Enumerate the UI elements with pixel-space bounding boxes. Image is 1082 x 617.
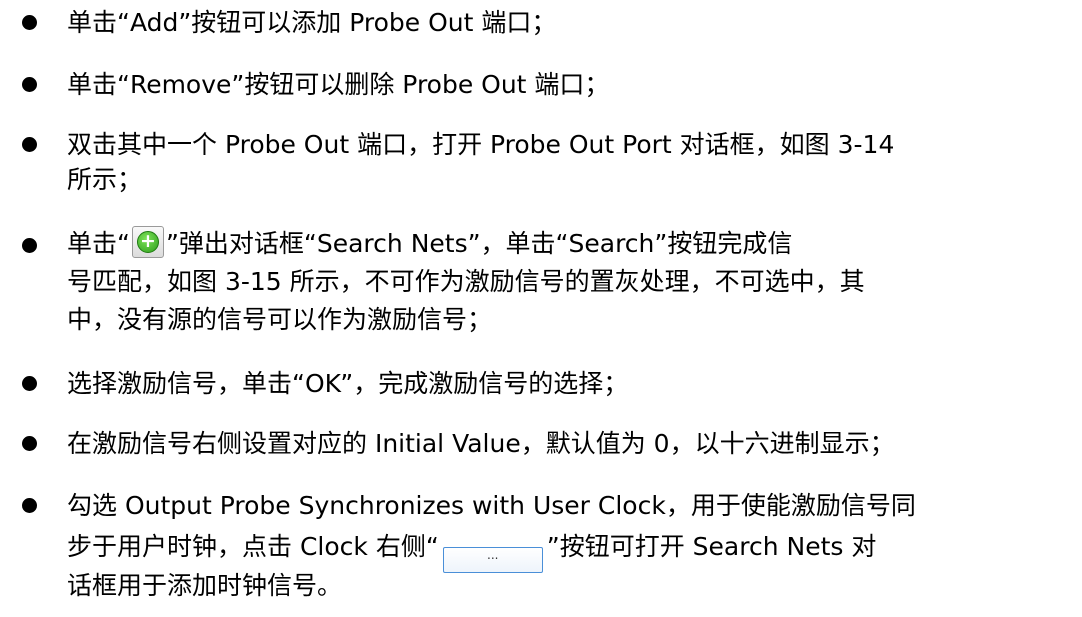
list-item-text: 话框用于添加时钟信号。 xyxy=(67,571,343,600)
list-item-text: 步于用户时钟，点击 Clock 右侧“... ”按钮可打开 Search Nets… xyxy=(67,530,877,573)
text-segment: 步于用户时钟，点击 Clock 右侧“ xyxy=(67,532,439,561)
bullet-dot xyxy=(22,498,37,513)
bullet-dot xyxy=(22,436,37,451)
text-segment: 单击“ xyxy=(67,229,130,258)
list-item-text: 单击“Add”按钮可以添加 Probe Out 端口； xyxy=(67,8,557,37)
bullet-dot xyxy=(22,137,37,152)
list-item-text: 所示； xyxy=(67,165,143,194)
browse-button-image: ... xyxy=(442,547,543,573)
list-item-text: 选择激励信号，单击“OK”，完成激励信号的选择； xyxy=(67,369,629,398)
text-segment: ”弹出对话框“Search Nets”，单击“Search”按钮完成信 xyxy=(165,229,793,258)
green-plus-icon: + xyxy=(136,231,159,253)
bullet-dot xyxy=(22,15,37,30)
bullet-dot xyxy=(22,77,37,92)
list-item-text: 单击“Remove”按钮可以删除 Probe Out 端口； xyxy=(67,70,610,99)
list-item-text: 中，没有源的信号可以作为激励信号； xyxy=(67,305,493,334)
list-item-text: 双击其中一个 Probe Out 端口，打开 Probe Out Port 对话… xyxy=(67,130,895,159)
list-item-text: 勾选 Output Probe Synchronizes with User C… xyxy=(67,491,916,520)
add-net-icon: + xyxy=(131,226,164,258)
list-item-text: 在激励信号右侧设置对应的 Initial Value，默认值为 0，以十六进制显… xyxy=(67,429,895,458)
list-item-text: 号匹配，如图 3-15 所示，不可作为激励信号的置灰处理，不可选中，其 xyxy=(67,267,865,296)
bullet-dot xyxy=(22,238,37,253)
list-item-text: 单击“ + ”弹出对话框“Search Nets”，单击“Search”按钮完成信 xyxy=(67,226,792,260)
bullet-dot xyxy=(22,376,37,391)
text-segment: ”按钮可打开 Search Nets 对 xyxy=(546,532,877,561)
ellipsis-icon: ... xyxy=(487,548,499,562)
